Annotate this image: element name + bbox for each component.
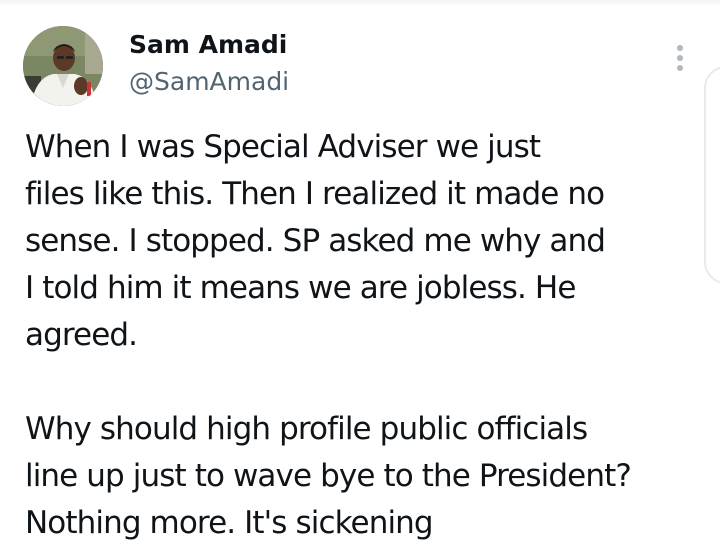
more-options-icon[interactable] [670,43,690,73]
tweet-line: Why should high profile public officials [25,411,588,447]
tweet-text: When I was Special Adviser we just files… [25,124,705,547]
tweet-line: Nothing more. It's sickening [25,505,434,541]
author-name[interactable]: Sam Amadi [129,27,287,63]
tweet-line: line up just to wave bye to the Presiden… [25,458,632,494]
tweet-card: Sam Amadi @SamAmadi When I was Special A… [0,0,720,554]
dot [677,55,683,61]
tweet-line: agreed. [25,317,138,353]
author-handle[interactable]: @SamAmadi [129,64,289,100]
tweet-line: sense. I stopped. SP asked me why and [25,223,606,259]
avatar[interactable] [23,26,103,106]
tweet-line: I told him it means we are jobless. He [25,270,576,306]
tweet-line: When I was Special Adviser we just [25,129,541,165]
avatar-photo [23,26,103,106]
dot [677,45,683,51]
dot [677,65,683,71]
adjacent-card-edge [704,66,720,284]
tweet-line: files like this. Then I realized it made… [25,176,605,212]
top-shadow [0,0,720,6]
